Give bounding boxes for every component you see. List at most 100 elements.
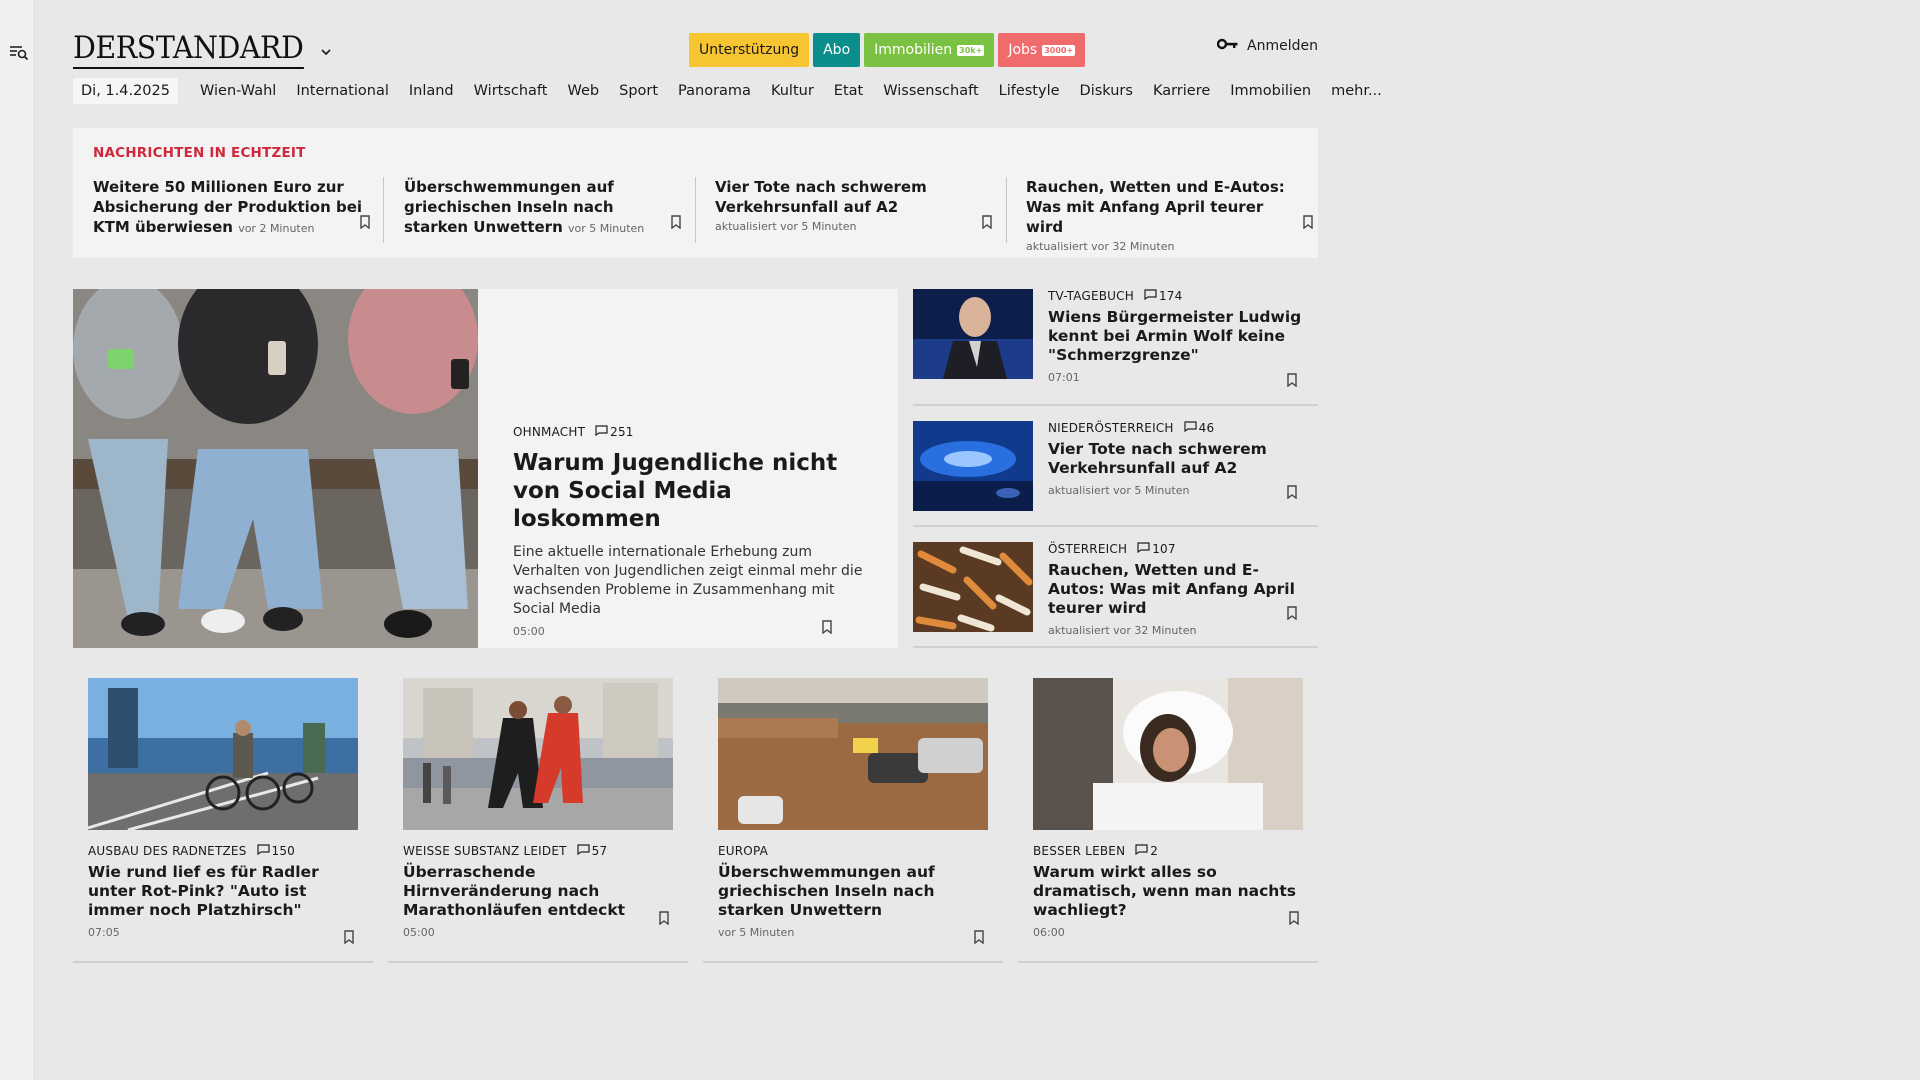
site-header: DERSTANDARD Unterstützung Abo Immobilien… (73, 30, 1318, 70)
comment-icon (595, 425, 608, 439)
bookmark-icon[interactable] (1286, 605, 1298, 624)
card-image[interactable] (88, 678, 358, 830)
pill-unterstuetzung[interactable]: Unterstützung (689, 33, 810, 67)
card-title[interactable]: Warum wirkt alles so dramatisch, wenn ma… (1033, 863, 1303, 920)
nav-item-immobilien[interactable]: Immobilien (1220, 83, 1321, 99)
card-title[interactable]: Wie rund lief es für Radler unter Rot-Pi… (88, 863, 358, 920)
pill-badge: 3000+ (1042, 44, 1076, 56)
teaser-card[interactable]: BESSER LEBEN 2 Warum wirkt alles so dram… (1018, 678, 1318, 963)
comment-count[interactable]: 57 (577, 844, 608, 858)
bookmark-icon[interactable] (670, 214, 682, 233)
comment-count[interactable]: 107 (1137, 542, 1176, 556)
bookmark-icon[interactable] (973, 929, 985, 948)
nav-item-mehr[interactable]: mehr... (1321, 83, 1392, 99)
bookmark-icon[interactable] (343, 929, 355, 948)
comment-count[interactable]: 46 (1184, 421, 1215, 435)
comment-count[interactable]: 251 (595, 425, 634, 439)
comment-count-value: 46 (1198, 421, 1215, 435)
bookmark-icon[interactable] (1286, 484, 1298, 503)
card-image[interactable] (1033, 678, 1303, 830)
nav-item-international[interactable]: International (286, 83, 399, 99)
card-divider (73, 961, 373, 963)
ticker-item[interactable]: Rauchen, Wetten und E-Autos: Was mit Anf… (1026, 177, 1326, 253)
bookmark-icon[interactable] (821, 619, 833, 638)
ticker-time: vor 2 Minuten (238, 222, 315, 235)
side-text: NIEDERÖSTERREICH 46 Vier Tote nach schwe… (1048, 421, 1308, 497)
ticker-time: vor 5 Minuten (567, 222, 645, 235)
comment-count-value: 57 (591, 844, 608, 858)
live-ticker: NACHRICHTEN IN ECHTZEIT Weitere 50 Milli… (73, 128, 1318, 258)
side-article[interactable]: NIEDERÖSTERREICH 46 Vier Tote nach schwe… (913, 421, 1318, 541)
ticker-item[interactable]: Weitere 50 Millionen Euro zur Absicherun… (93, 177, 393, 243)
side-title[interactable]: Wiens Bürgermeister Ludwig kennt bei Arm… (1048, 308, 1308, 365)
card-text: WEISSE SUBSTANZ LEIDET 57 Überraschende … (403, 844, 673, 939)
pill-jobs[interactable]: Jobs 3000+ (998, 33, 1086, 67)
side-image[interactable] (913, 289, 1033, 379)
bookmark-icon[interactable] (1302, 214, 1314, 233)
nav-item-karriere[interactable]: Karriere (1143, 83, 1220, 99)
comment-count-value: 150 (271, 844, 296, 858)
nav-item-sport[interactable]: Sport (609, 83, 668, 99)
lead-teaser: Eine aktuelle internationale Erhebung zu… (513, 544, 863, 617)
nav-item-etat[interactable]: Etat (824, 83, 873, 99)
card-time: 07:05 (88, 926, 120, 939)
teaser-card[interactable]: EUROPA Überschwemmungen auf griechischen… (703, 678, 1003, 963)
chevron-down-icon[interactable] (319, 44, 333, 58)
comment-icon (577, 844, 590, 858)
pill-abo[interactable]: Abo (813, 33, 861, 67)
bookmark-icon[interactable] (658, 910, 670, 929)
side-article[interactable]: ÖSTERREICH 107 Rauchen, Wetten und E-Aut… (913, 542, 1318, 662)
side-title[interactable]: Rauchen, Wetten und E-Autos: Was mit Anf… (1048, 561, 1308, 618)
lead-time: 05:00 (513, 625, 545, 638)
ticker-item[interactable]: Vier Tote nach schwerem Verkehrsunfall a… (715, 177, 1015, 243)
comment-icon (256, 844, 270, 858)
ticker-headline: Vier Tote nach schwerem Verkehrsunfall a… (715, 178, 927, 216)
comment-count[interactable]: 150 (256, 844, 296, 858)
bookmark-icon[interactable] (1286, 372, 1298, 391)
pill-immobilien[interactable]: Immobilien 30k+ (864, 33, 995, 67)
card-title[interactable]: Überraschende Hirnveränderung nach Marat… (403, 863, 673, 920)
side-time: aktualisiert vor 32 Minuten (1048, 624, 1197, 637)
nav-item-wissenschaft[interactable]: Wissenschaft (873, 83, 988, 99)
side-kicker: NIEDERÖSTERREICH 46 (1048, 421, 1308, 435)
login-button[interactable]: Anmelden (1216, 38, 1318, 54)
bookmark-icon[interactable] (981, 214, 993, 233)
lead-image[interactable] (73, 289, 478, 648)
bookmark-icon[interactable] (359, 214, 371, 233)
card-image[interactable] (403, 678, 673, 830)
nav-item-wien-wahl[interactable]: Wien-Wahl (190, 83, 286, 99)
side-text: TV-TAGEBUCH 174 Wiens Bürgermeister Ludw… (1048, 289, 1308, 384)
side-title[interactable]: Vier Tote nach schwerem Verkehrsunfall a… (1048, 440, 1308, 478)
side-image[interactable] (913, 542, 1033, 632)
nav-item-panorama[interactable]: Panorama (668, 83, 761, 99)
lead-article[interactable]: OHNMACHT 251 Warum Jugendliche nicht von… (73, 289, 898, 648)
menu-search-icon[interactable] (8, 42, 30, 64)
kicker-label: EUROPA (718, 844, 769, 858)
bookmark-icon[interactable] (1288, 910, 1300, 929)
side-article[interactable]: TV-TAGEBUCH 174 Wiens Bürgermeister Ludw… (913, 289, 1318, 409)
comment-count[interactable]: 2 (1135, 844, 1158, 858)
teaser-card[interactable]: WEISSE SUBSTANZ LEIDET 57 Überraschende … (388, 678, 688, 963)
nav-item-inland[interactable]: Inland (399, 83, 464, 99)
card-image[interactable] (718, 678, 988, 830)
teaser-card[interactable]: AUSBAU DES RADNETZES 150 Wie rund lief e… (73, 678, 373, 963)
nav-item-web[interactable]: Web (557, 83, 609, 99)
lead-title[interactable]: Warum Jugendliche nicht von Social Media… (513, 449, 868, 533)
site-logo[interactable]: DERSTANDARD (73, 30, 304, 69)
card-text: EUROPA Überschwemmungen auf griechischen… (718, 844, 988, 939)
card-title[interactable]: Überschwemmungen auf griechischen Inseln… (718, 863, 988, 920)
comment-count[interactable]: 174 (1144, 289, 1183, 303)
nav-item-diskurs[interactable]: Diskurs (1070, 83, 1143, 99)
ticker-divider (695, 177, 696, 243)
nav-item-kultur[interactable]: Kultur (761, 83, 824, 99)
card-text: BESSER LEBEN 2 Warum wirkt alles so dram… (1033, 844, 1303, 939)
card-kicker: BESSER LEBEN 2 (1033, 844, 1303, 858)
card-time: 05:00 (403, 926, 435, 939)
nav-item-wirtschaft[interactable]: Wirtschaft (464, 83, 558, 99)
ticker-item[interactable]: Überschwemmungen auf griechischen Inseln… (404, 177, 704, 243)
card-kicker: AUSBAU DES RADNETZES 150 (88, 844, 358, 858)
service-pills: Unterstützung Abo Immobilien 30k+ Jobs 3… (689, 33, 1086, 67)
side-image[interactable] (913, 421, 1033, 511)
nav-item-lifestyle[interactable]: Lifestyle (989, 83, 1070, 99)
side-divider (913, 646, 1318, 648)
